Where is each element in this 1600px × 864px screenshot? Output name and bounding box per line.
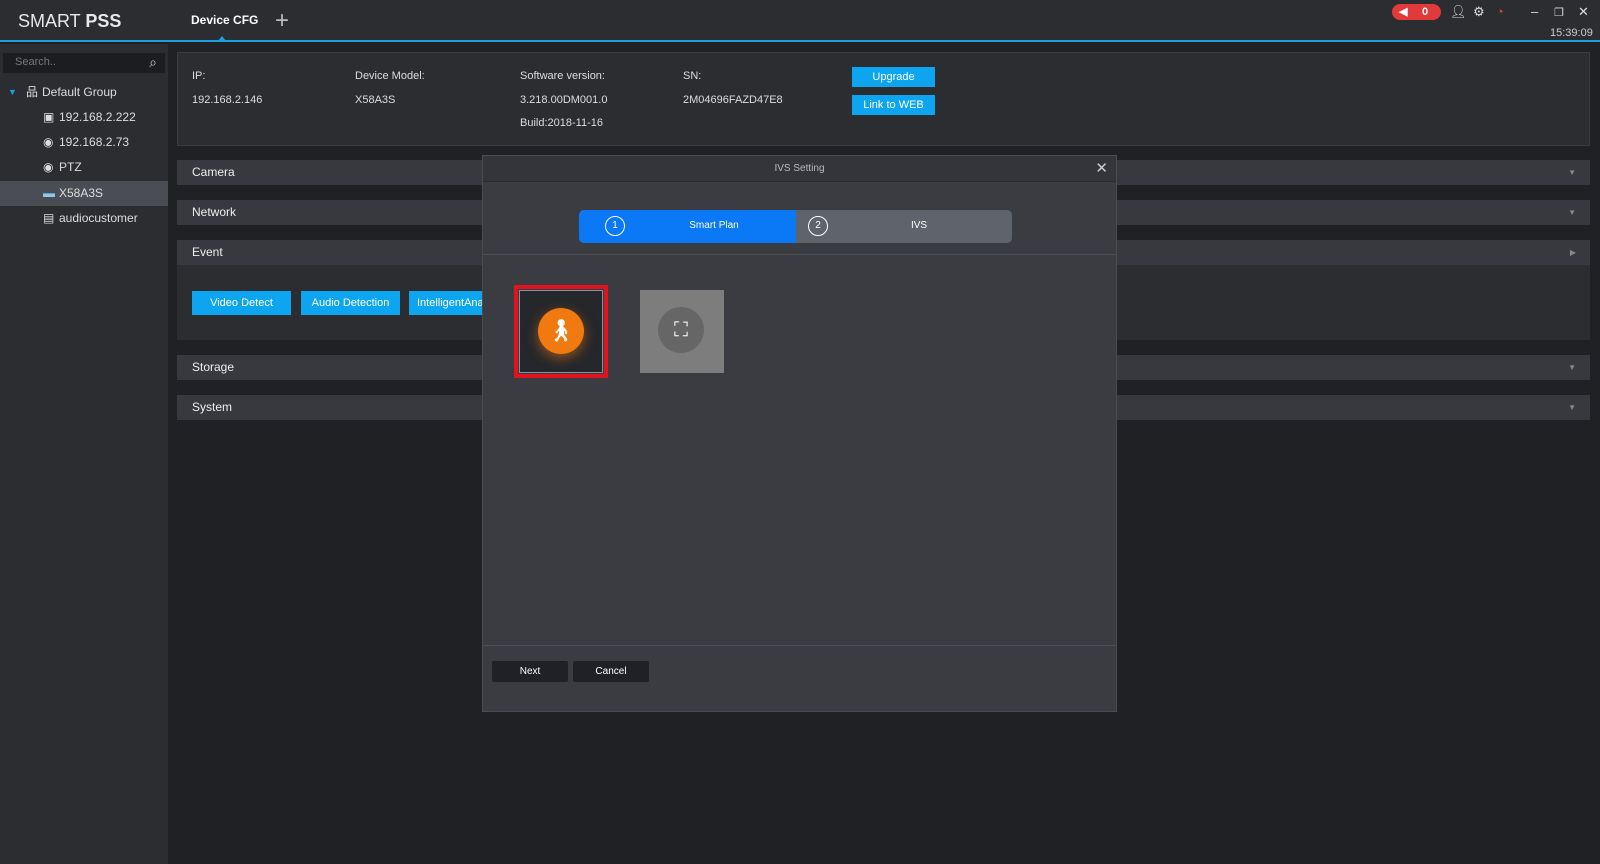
search-input[interactable]: Search.. ⌕ bbox=[3, 53, 165, 73]
camera-icon: ◉ bbox=[43, 135, 54, 149]
search-icon[interactable]: ⌕ bbox=[149, 54, 157, 71]
step-indicator: 1 Smart Plan 2 IVS bbox=[579, 210, 1012, 243]
alarm-count: 0 bbox=[1422, 6, 1429, 18]
tree-item-192-168-2-73[interactable]: ◉ 192.168.2.73 bbox=[0, 130, 168, 155]
performance-icon[interactable]: ◔ bbox=[1496, 4, 1504, 19]
tree-item-ptz[interactable]: ◉ PTZ bbox=[0, 155, 168, 180]
expand-arrow-icon[interactable]: ▼ bbox=[8, 80, 17, 105]
active-tab-indicator bbox=[218, 36, 226, 41]
user-icon[interactable]: 👤︎ bbox=[1450, 4, 1467, 20]
model-value: X58A3S bbox=[355, 94, 396, 106]
step-smart-plan: 1 Smart Plan bbox=[579, 210, 796, 243]
people-tracking-icon: 🚶︎ bbox=[538, 308, 584, 354]
chevron-down-icon: ▼ bbox=[1568, 363, 1576, 372]
step-ivs-number: 2 bbox=[808, 216, 828, 236]
video-detect-button[interactable]: Video Detect bbox=[192, 291, 291, 315]
tree-item-x58a3s[interactable]: ▬ X58A3S bbox=[0, 181, 168, 206]
serial-number: 2M04696FAZD47E8 bbox=[683, 94, 783, 106]
device-icon: ▬ bbox=[43, 186, 55, 200]
speaker-icon: ◀ bbox=[1399, 6, 1408, 18]
restore-icon[interactable]: ❐ bbox=[1554, 6, 1564, 19]
nvr-offline-icon: ▣ bbox=[43, 110, 55, 124]
device-info-panel: IP: 192.168.2.146 Device Model: X58A3S S… bbox=[177, 52, 1590, 146]
next-button[interactable]: Next bbox=[492, 661, 568, 682]
chevron-right-icon: ▶ bbox=[1569, 248, 1576, 257]
audio-detection-button[interactable]: Audio Detection bbox=[301, 291, 400, 315]
close-icon[interactable]: ✕ bbox=[1578, 4, 1589, 20]
camera-icon: ◉ bbox=[43, 160, 54, 174]
chevron-down-icon: ▼ bbox=[1568, 208, 1576, 217]
minimize-icon[interactable]: – bbox=[1531, 4, 1538, 19]
link-to-web-button[interactable]: Link to WEB bbox=[852, 95, 935, 115]
tab-device-cfg[interactable]: Device CFG bbox=[191, 13, 258, 27]
audio-device-icon: ▤ bbox=[43, 211, 55, 225]
add-tab-button[interactable]: + bbox=[275, 7, 289, 35]
cancel-button[interactable]: Cancel bbox=[573, 661, 649, 682]
network-group-icon: 品 bbox=[26, 85, 39, 99]
chevron-down-icon: ▼ bbox=[1568, 403, 1576, 412]
divider bbox=[483, 645, 1116, 646]
ivs-setting-dialog: IVS Setting ✕ 1 Smart Plan 2 IVS 🚶︎ ⛶ Ne… bbox=[482, 155, 1117, 712]
title-bar: SMART PSS Device CFG + ◀ 0 👤︎ ⚙ ◔ – ❐ ✕ … bbox=[0, 0, 1600, 42]
plan-people-tracking[interactable]: 🚶︎ bbox=[519, 290, 603, 373]
face-detection-icon: ⛶ bbox=[658, 307, 704, 353]
divider bbox=[483, 254, 1116, 255]
app-logo: SMART PSS bbox=[18, 11, 122, 31]
ip-value: 192.168.2.146 bbox=[192, 94, 263, 106]
tree-item-192-168-2-222[interactable]: ▣ 192.168.2.222 bbox=[0, 105, 168, 130]
step-ivs: IVS bbox=[910, 220, 928, 231]
tree-group-default[interactable]: ▼ 品 Default Group bbox=[0, 80, 168, 105]
chevron-down-icon: ▼ bbox=[1568, 168, 1576, 177]
software-version: 3.218.00DM001.0 bbox=[520, 94, 608, 106]
build-date: Build:2018-11-16 bbox=[520, 117, 603, 129]
dialog-close-icon[interactable]: ✕ bbox=[1095, 156, 1108, 182]
tree-item-audiocustomer[interactable]: ▤ audiocustomer bbox=[0, 206, 168, 231]
gear-icon[interactable]: ⚙ bbox=[1473, 4, 1485, 20]
dialog-title: IVS Setting bbox=[483, 156, 1116, 182]
upgrade-button[interactable]: Upgrade bbox=[852, 67, 935, 87]
device-sidebar: Search.. ⌕ ▼ 品 Default Group ▣ 192.168.2.2… bbox=[0, 44, 168, 864]
clock: 15:39:09 bbox=[1550, 27, 1593, 39]
alarm-button[interactable]: ◀ 0 bbox=[1392, 4, 1441, 20]
plan-face-detection[interactable]: ⛶ bbox=[640, 290, 724, 373]
